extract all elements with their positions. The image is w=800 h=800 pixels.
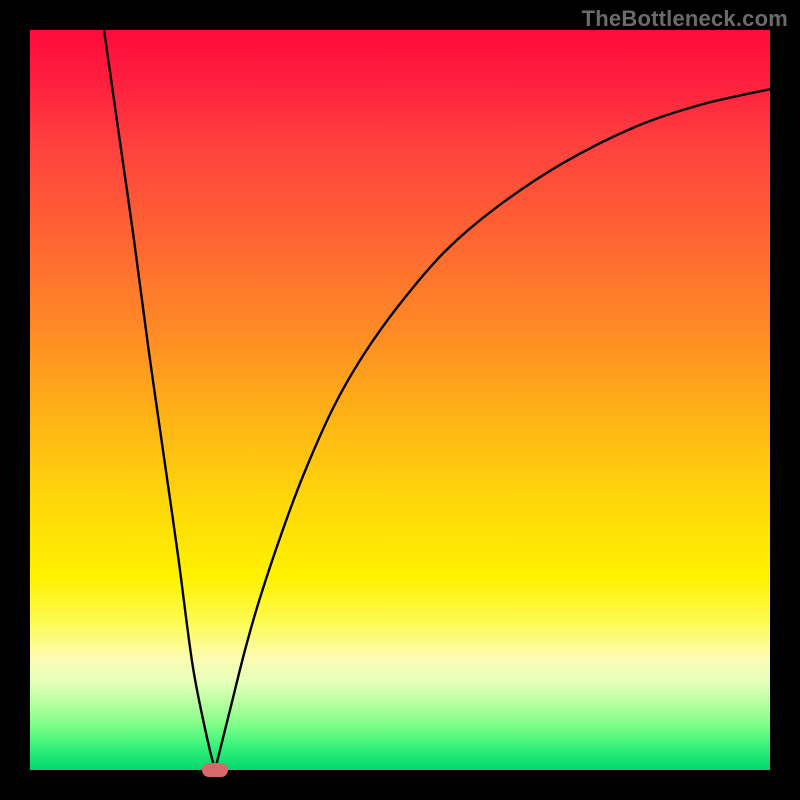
optimal-point-marker (202, 763, 228, 777)
chart-frame: TheBottleneck.com (0, 0, 800, 800)
plot-area (30, 30, 770, 770)
watermark-text: TheBottleneck.com (582, 6, 788, 32)
bottleneck-curve (30, 30, 770, 770)
